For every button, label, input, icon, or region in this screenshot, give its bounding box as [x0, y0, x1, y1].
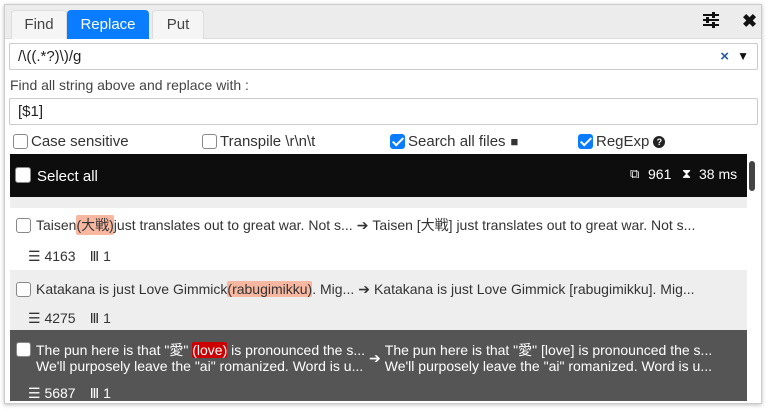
search-input[interactable]: /\((.*?)\)/g × ▼ — [9, 43, 758, 70]
find-replace-panel: Find Replace Put ✖ /\((.*?)\)/g × ▼ Find… — [4, 4, 762, 404]
match-highlight: (rabugimikku) — [227, 281, 313, 297]
result-before-line2: We'll purposely leave the "ai" romanized… — [36, 358, 364, 374]
tab-find[interactable]: Find — [11, 10, 67, 39]
dropdown-icon[interactable]: ▼ — [737, 44, 749, 69]
result-after: just translates out to great war. Not s.… — [113, 217, 353, 233]
elapsed-time: 38 ms — [699, 166, 738, 182]
scrollbar[interactable] — [749, 161, 755, 191]
result-checkbox[interactable] — [16, 217, 31, 233]
result-replaced: Taisen [大戦] just translates out to great… — [372, 217, 696, 233]
results-list: Taisen (大戦) just translates out to great… — [10, 197, 747, 401]
match-count: 961 — [648, 166, 672, 182]
match-highlight: (love) — [192, 342, 228, 358]
select-all-checkbox[interactable] — [15, 167, 31, 183]
close-icon[interactable]: ✖ — [742, 11, 757, 32]
option-label: Search all files — [408, 133, 506, 150]
option-label: RegExp — [596, 133, 650, 150]
transpile-option[interactable]: Transpile \r\n\t — [202, 133, 315, 150]
replace-input[interactable]: [$1] — [9, 98, 758, 125]
result-checkbox[interactable] — [16, 342, 31, 357]
select-all-label: Select all — [37, 168, 98, 185]
transpile-checkbox[interactable] — [202, 134, 217, 149]
option-label: Transpile \r\n\t — [220, 133, 316, 150]
tab-replace[interactable]: Replace — [67, 10, 149, 39]
case-sensitive-checkbox[interactable] — [13, 134, 28, 149]
arrow-right-icon: ➔ — [369, 350, 381, 366]
line-number: ☰ 5687 — [28, 385, 76, 401]
arrow-right-icon: ➔ — [358, 280, 370, 297]
line-number: ☰ 4275 — [28, 310, 76, 326]
results-header: Select all ⧉ 961 ⧗ 38 ms — [10, 154, 747, 197]
column-number: Ⅲ 1 — [89, 310, 111, 326]
match-highlight: (大戦) — [76, 215, 114, 235]
result-before: Katakana is just Love Gimmick — [36, 281, 228, 297]
result-replaced-line2: We'll purposely leave the "ai" romanized… — [384, 358, 713, 374]
help-icon[interactable]: ? — [653, 135, 666, 148]
sliders-icon[interactable] — [702, 11, 720, 34]
clear-icon[interactable]: × — [720, 44, 729, 69]
result-replaced: Katakana is just Love Gimmick [rabugimik… — [373, 281, 695, 297]
folder-icon: ■ — [510, 134, 519, 149]
result-before: The pun here is that "愛" — [36, 342, 193, 358]
result-row-selected[interactable]: The pun here is that "愛" (love) is prono… — [10, 330, 747, 401]
result-checkbox[interactable] — [16, 281, 31, 297]
search-value: /\((.*?)\)/g — [18, 48, 82, 65]
option-label: Case sensitive — [31, 133, 129, 150]
files-icon: ⧉ — [630, 166, 640, 181]
result-before: Taisen — [36, 217, 77, 233]
column-number: Ⅲ 1 — [89, 248, 111, 264]
hourglass-icon: ⧗ — [682, 166, 692, 181]
replace-label: Find all string above and replace with : — [10, 77, 249, 93]
result-after: is pronounced the s... — [227, 342, 366, 358]
result-after: . Mig... — [312, 281, 355, 297]
search-all-files-checkbox[interactable] — [390, 134, 405, 149]
tab-put[interactable]: Put — [152, 10, 204, 39]
regexp-checkbox[interactable] — [578, 134, 593, 149]
line-number: ☰ 4163 — [28, 248, 76, 264]
column-number: Ⅲ 1 — [89, 385, 111, 401]
search-all-files-option[interactable]: Search all files ■ — [390, 133, 518, 150]
result-replaced: The pun here is that "愛" [love] is prono… — [384, 342, 713, 358]
case-sensitive-option[interactable]: Case sensitive — [13, 133, 129, 150]
tab-bar: Find Replace Put ✖ — [5, 5, 761, 39]
result-row[interactable]: Taisen (大戦) just translates out to great… — [10, 208, 747, 270]
regexp-option[interactable]: RegExp? — [578, 133, 666, 150]
arrow-right-icon: ➔ — [356, 216, 369, 233]
result-row[interactable]: Katakana is just Love Gimmick (rabugimik… — [10, 270, 747, 330]
